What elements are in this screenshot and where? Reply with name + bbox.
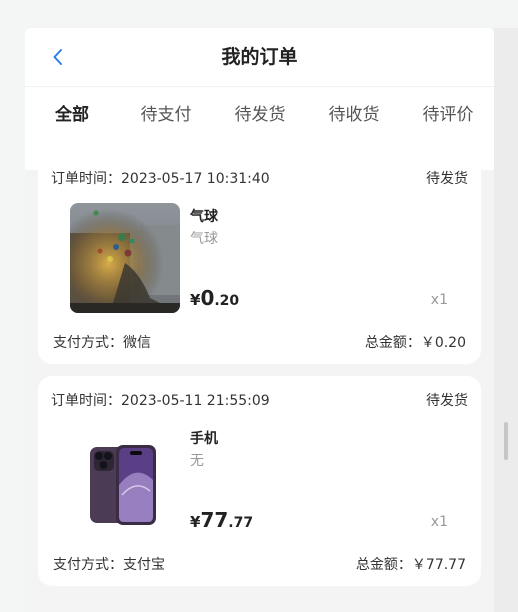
price-decimal: .77 [228, 515, 254, 531]
price-currency: ¥ [190, 513, 201, 531]
nav-bar: 我的订单 [25, 28, 494, 86]
app-screen: 我的订单 全部 待支付 待发货 待收货 待评价 订单时间：2023-05-17 … [25, 28, 494, 612]
payment-method: 支付方式：微信 [53, 335, 151, 351]
payment-method: 支付方式：支付宝 [53, 557, 165, 573]
product-name: 手机 [190, 431, 218, 447]
order-total: 总金额：￥0.20 [364, 335, 466, 351]
product-spec: 无 [190, 453, 204, 469]
order-card[interactable]: 订单时间：2023-05-11 21:55:09 待发货 手机 无 ¥77.77… [38, 376, 481, 586]
product-image-balloon[interactable] [70, 203, 180, 313]
product-price: ¥77.77 [190, 508, 253, 532]
price-decimal: .20 [214, 293, 240, 309]
order-status: 待发货 [426, 393, 468, 409]
price-integer: 77 [200, 508, 229, 532]
price-integer: 0 [200, 286, 215, 310]
product-name: 气球 [190, 209, 218, 225]
product-spec: 气球 [190, 231, 218, 247]
order-time: 订单时间：2023-05-11 21:55:09 [51, 393, 270, 409]
product-quantity: x1 [430, 292, 448, 308]
price-currency: ¥ [190, 291, 201, 309]
order-status: 待发货 [426, 171, 468, 187]
product-quantity: x1 [430, 514, 448, 530]
scrollbar-thumb[interactable] [504, 422, 508, 460]
product-price: ¥0.20 [190, 286, 239, 310]
order-total: 总金额：￥77.77 [355, 557, 466, 573]
product-image-phone[interactable] [70, 425, 180, 535]
page-title: 我的订单 [221, 46, 298, 68]
page-side-gutter [494, 28, 518, 612]
order-card[interactable]: 订单时间：2023-05-17 10:31:40 待发货 气球 气球 ¥0.20… [38, 154, 481, 364]
order-time: 订单时间：2023-05-17 10:31:40 [51, 171, 270, 187]
